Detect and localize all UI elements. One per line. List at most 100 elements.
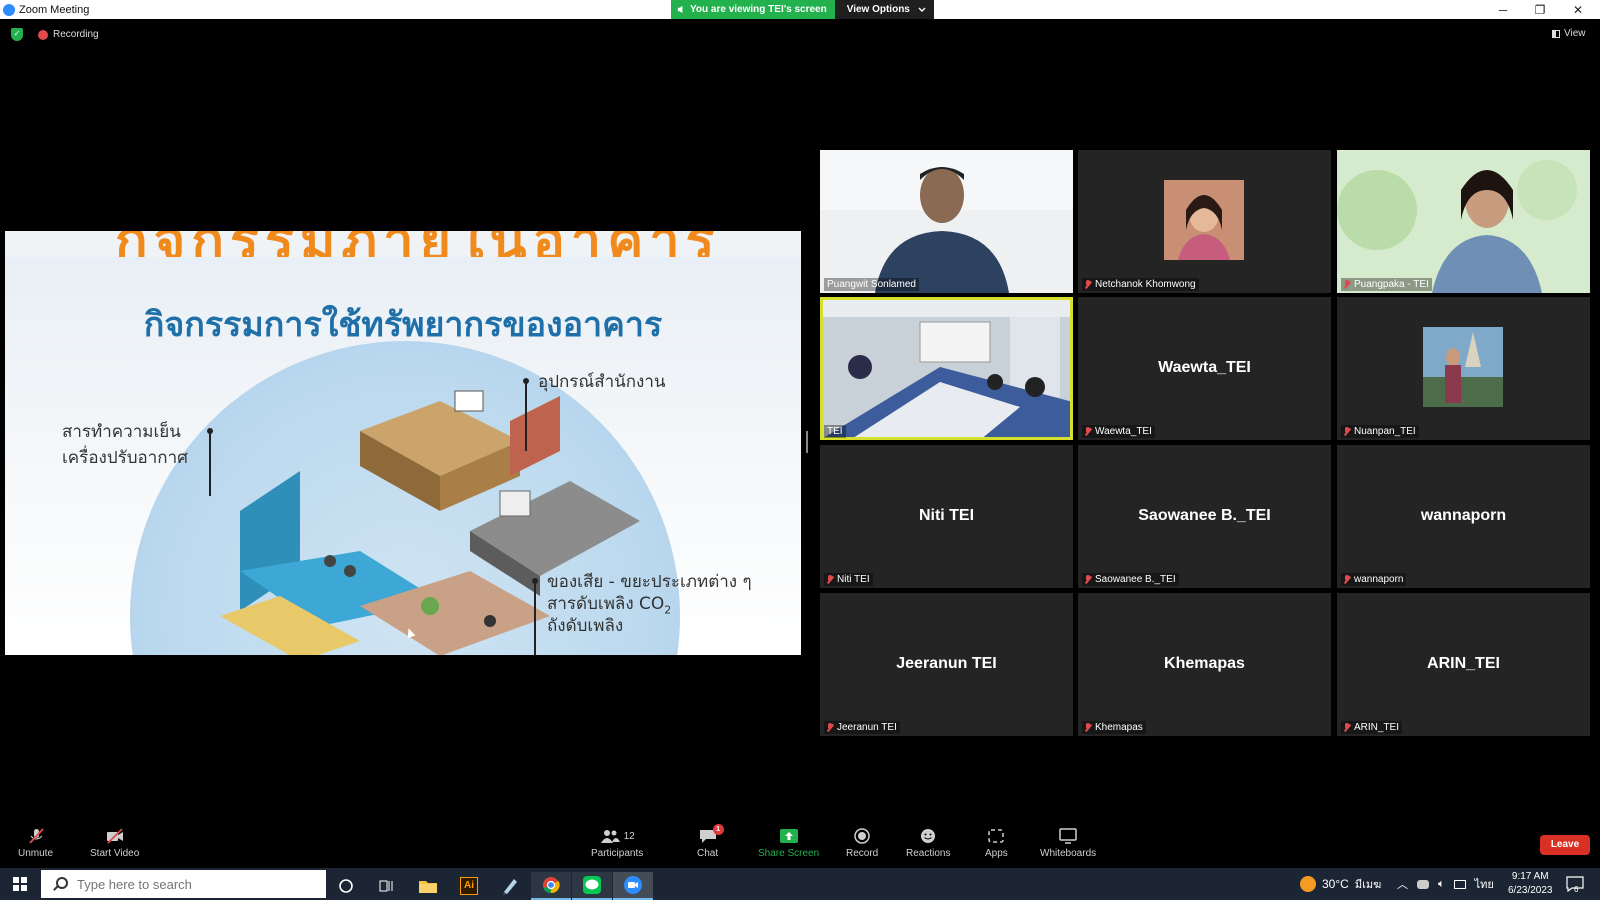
video-tile[interactable]: Jeeranun TEI Jeeranun TEI — [820, 593, 1073, 736]
reactions-label: Reactions — [906, 848, 951, 859]
notepad-button[interactable] — [490, 872, 530, 900]
participant-display-name: Niti TEI — [918, 507, 975, 524]
video-tile[interactable]: Netchanok Khomwong — [1078, 150, 1331, 293]
video-tile[interactable]: Nuanpan_TEI — [1337, 297, 1590, 440]
muted-mic-icon — [1344, 723, 1350, 732]
participants-count: 12 — [623, 830, 635, 842]
taskbar-search-box[interactable] — [41, 870, 326, 898]
start-video-label: Start Video — [90, 848, 140, 859]
label-office-equipment: อุปกรณ์สำนักงาน — [538, 372, 666, 392]
weather-temp: 30°C — [1322, 877, 1349, 891]
close-button[interactable]: ✕ — [1560, 0, 1596, 19]
meeting-status-row: ✓ Recording View — [0, 27, 1600, 43]
speaker-icon — [677, 5, 683, 14]
video-tile[interactable]: Waewta_TEI Waewta_TEI — [1078, 297, 1331, 440]
participant-display-name: wannaporn — [1420, 507, 1507, 524]
participant-display-name: Waewta_TEI — [1158, 359, 1251, 376]
share-screen-button[interactable]: Share Screen — [758, 828, 819, 859]
video-tile[interactable]: Niti TEI Niti TEI — [820, 445, 1073, 588]
slide-title: กิจกรรมการใช้ทรัพยากรของอาคาร — [143, 305, 663, 345]
illustrator-button[interactable]: Ai — [449, 872, 489, 900]
recording-label[interactable]: Recording — [53, 29, 99, 40]
notification-center-button[interactable]: 6 — [1566, 868, 1584, 900]
zoom-app-button[interactable] — [613, 872, 653, 900]
muted-mic-icon — [1344, 575, 1350, 584]
participant-video — [820, 297, 1073, 440]
apps-button[interactable]: Apps — [985, 828, 1008, 859]
participant-name-tag: Saowanee B._TEI — [1082, 573, 1179, 586]
video-tile[interactable]: Puangpaka - TEI — [1337, 150, 1590, 293]
whiteboards-button[interactable]: Whiteboards — [1040, 828, 1096, 859]
volume-icon[interactable]: 🔈︎ — [1438, 878, 1445, 891]
viewing-text: You are viewing TEI's screen — [690, 4, 827, 15]
video-tile[interactable]: Saowanee B._TEI Saowanee B._TEI — [1078, 445, 1331, 588]
cortana-button[interactable] — [326, 872, 366, 900]
participants-icon-row: 12 — [600, 828, 635, 844]
task-view-button[interactable] — [366, 872, 406, 900]
reactions-options-caret-icon[interactable]: ⌃ — [54, 822, 67, 839]
start-video-button[interactable]: Start Video — [90, 828, 139, 859]
participant-display-name: Khemapas — [1164, 655, 1245, 672]
video-tile[interactable]: ARIN_TEI ARIN_TEI — [1337, 593, 1590, 736]
record-button[interactable]: Record — [846, 828, 878, 859]
slide-top-banner: กิจกรรมภายในอาคาร — [5, 231, 801, 257]
reactions-button[interactable]: Reactions — [906, 828, 950, 859]
participant-name-tag: Nuanpan_TEI — [1341, 425, 1419, 438]
video-tile[interactable]: wannaporn wannaporn — [1337, 445, 1590, 588]
muted-mic-icon — [1344, 427, 1350, 436]
video-tile-active-speaker[interactable]: TEI — [820, 297, 1073, 440]
label-pointer — [523, 378, 529, 451]
chevron-down-icon — [918, 7, 926, 12]
illustrator-icon: Ai — [460, 877, 478, 895]
muted-mic-icon — [1085, 575, 1091, 584]
view-label: View — [1564, 28, 1586, 39]
participant-name: Jeeranun TEI — [837, 722, 897, 733]
participant-display-name: Jeeranun TEI — [896, 655, 997, 672]
label-pointer — [207, 428, 213, 496]
minimize-button[interactable]: ─ — [1485, 0, 1521, 19]
weather-widget[interactable]: 30°C มีเมฆ — [1300, 868, 1381, 900]
label-waste-line3: ถังดับเพลิง — [547, 616, 624, 636]
chrome-button[interactable] — [531, 872, 571, 900]
view-button[interactable]: View — [1552, 28, 1586, 39]
participant-name: Puangpaka - TEI — [1354, 279, 1429, 290]
participant-name: Niti TEI — [837, 574, 870, 585]
participant-name: Puangwit Sonlamed — [827, 279, 916, 290]
resize-divider-handle[interactable] — [806, 431, 808, 453]
chat-button[interactable]: 1 Chat — [697, 824, 724, 859]
language-indicator[interactable]: ไทย — [1475, 875, 1494, 893]
audio-options-caret-icon[interactable]: ⌃ — [0, 822, 13, 839]
participants-label: Participants — [591, 848, 644, 859]
shared-screen[interactable]: กิจกรรมภายในอาคาร กิจกรรมการใช้ทรัพยากรข… — [5, 231, 801, 655]
participants-button[interactable]: 12 Participants — [591, 828, 643, 859]
cloud-icon[interactable] — [1417, 879, 1429, 889]
participant-name: Saowanee B._TEI — [1095, 574, 1176, 585]
whiteboards-label: Whiteboards — [1040, 848, 1097, 859]
network-icon[interactable] — [1453, 879, 1466, 889]
video-tile[interactable]: Puangwit Sonlamed — [820, 150, 1073, 293]
label-refrigerant-line1: สารทำความเย็น — [62, 422, 181, 442]
show-hidden-icons-chevron-icon[interactable]: ︿ — [1397, 876, 1408, 892]
zoom-app-icon — [624, 876, 642, 894]
participant-name-tag: Puangwit Sonlamed — [824, 278, 919, 291]
line-app-button[interactable] — [572, 872, 612, 900]
title-bar: Zoom Meeting You are viewing TEI's scree… — [0, 0, 1600, 19]
microphone-muted-icon — [28, 828, 44, 844]
restore-button[interactable]: ❐ — [1522, 0, 1558, 19]
unmute-button[interactable]: Unmute — [18, 828, 53, 859]
clock[interactable]: 9:17 AM 6/23/2023 — [1508, 868, 1553, 900]
unmute-label: Unmute — [18, 848, 54, 859]
whiteboard-icon — [1059, 828, 1077, 844]
participant-display-name: Saowanee B._TEI — [1138, 507, 1271, 524]
pen-app-icon — [503, 879, 517, 895]
view-options-button[interactable]: View Options — [834, 0, 934, 19]
windows-start-icon[interactable] — [13, 877, 27, 891]
video-tile[interactable]: Khemapas Khemapas — [1078, 593, 1331, 736]
file-explorer-button[interactable] — [408, 872, 448, 900]
leave-button[interactable]: Leave — [1540, 835, 1590, 855]
security-shield-icon[interactable]: ✓ — [11, 28, 23, 41]
viewing-indicator: You are viewing TEI's screen — [671, 0, 835, 19]
windows-taskbar: Ai 30°C มีเมฆ ︿ 🔈︎ ไทย 9:17 AM 6/23/2 — [0, 868, 1600, 900]
search-input[interactable] — [77, 876, 317, 892]
task-view-icon — [379, 880, 393, 892]
